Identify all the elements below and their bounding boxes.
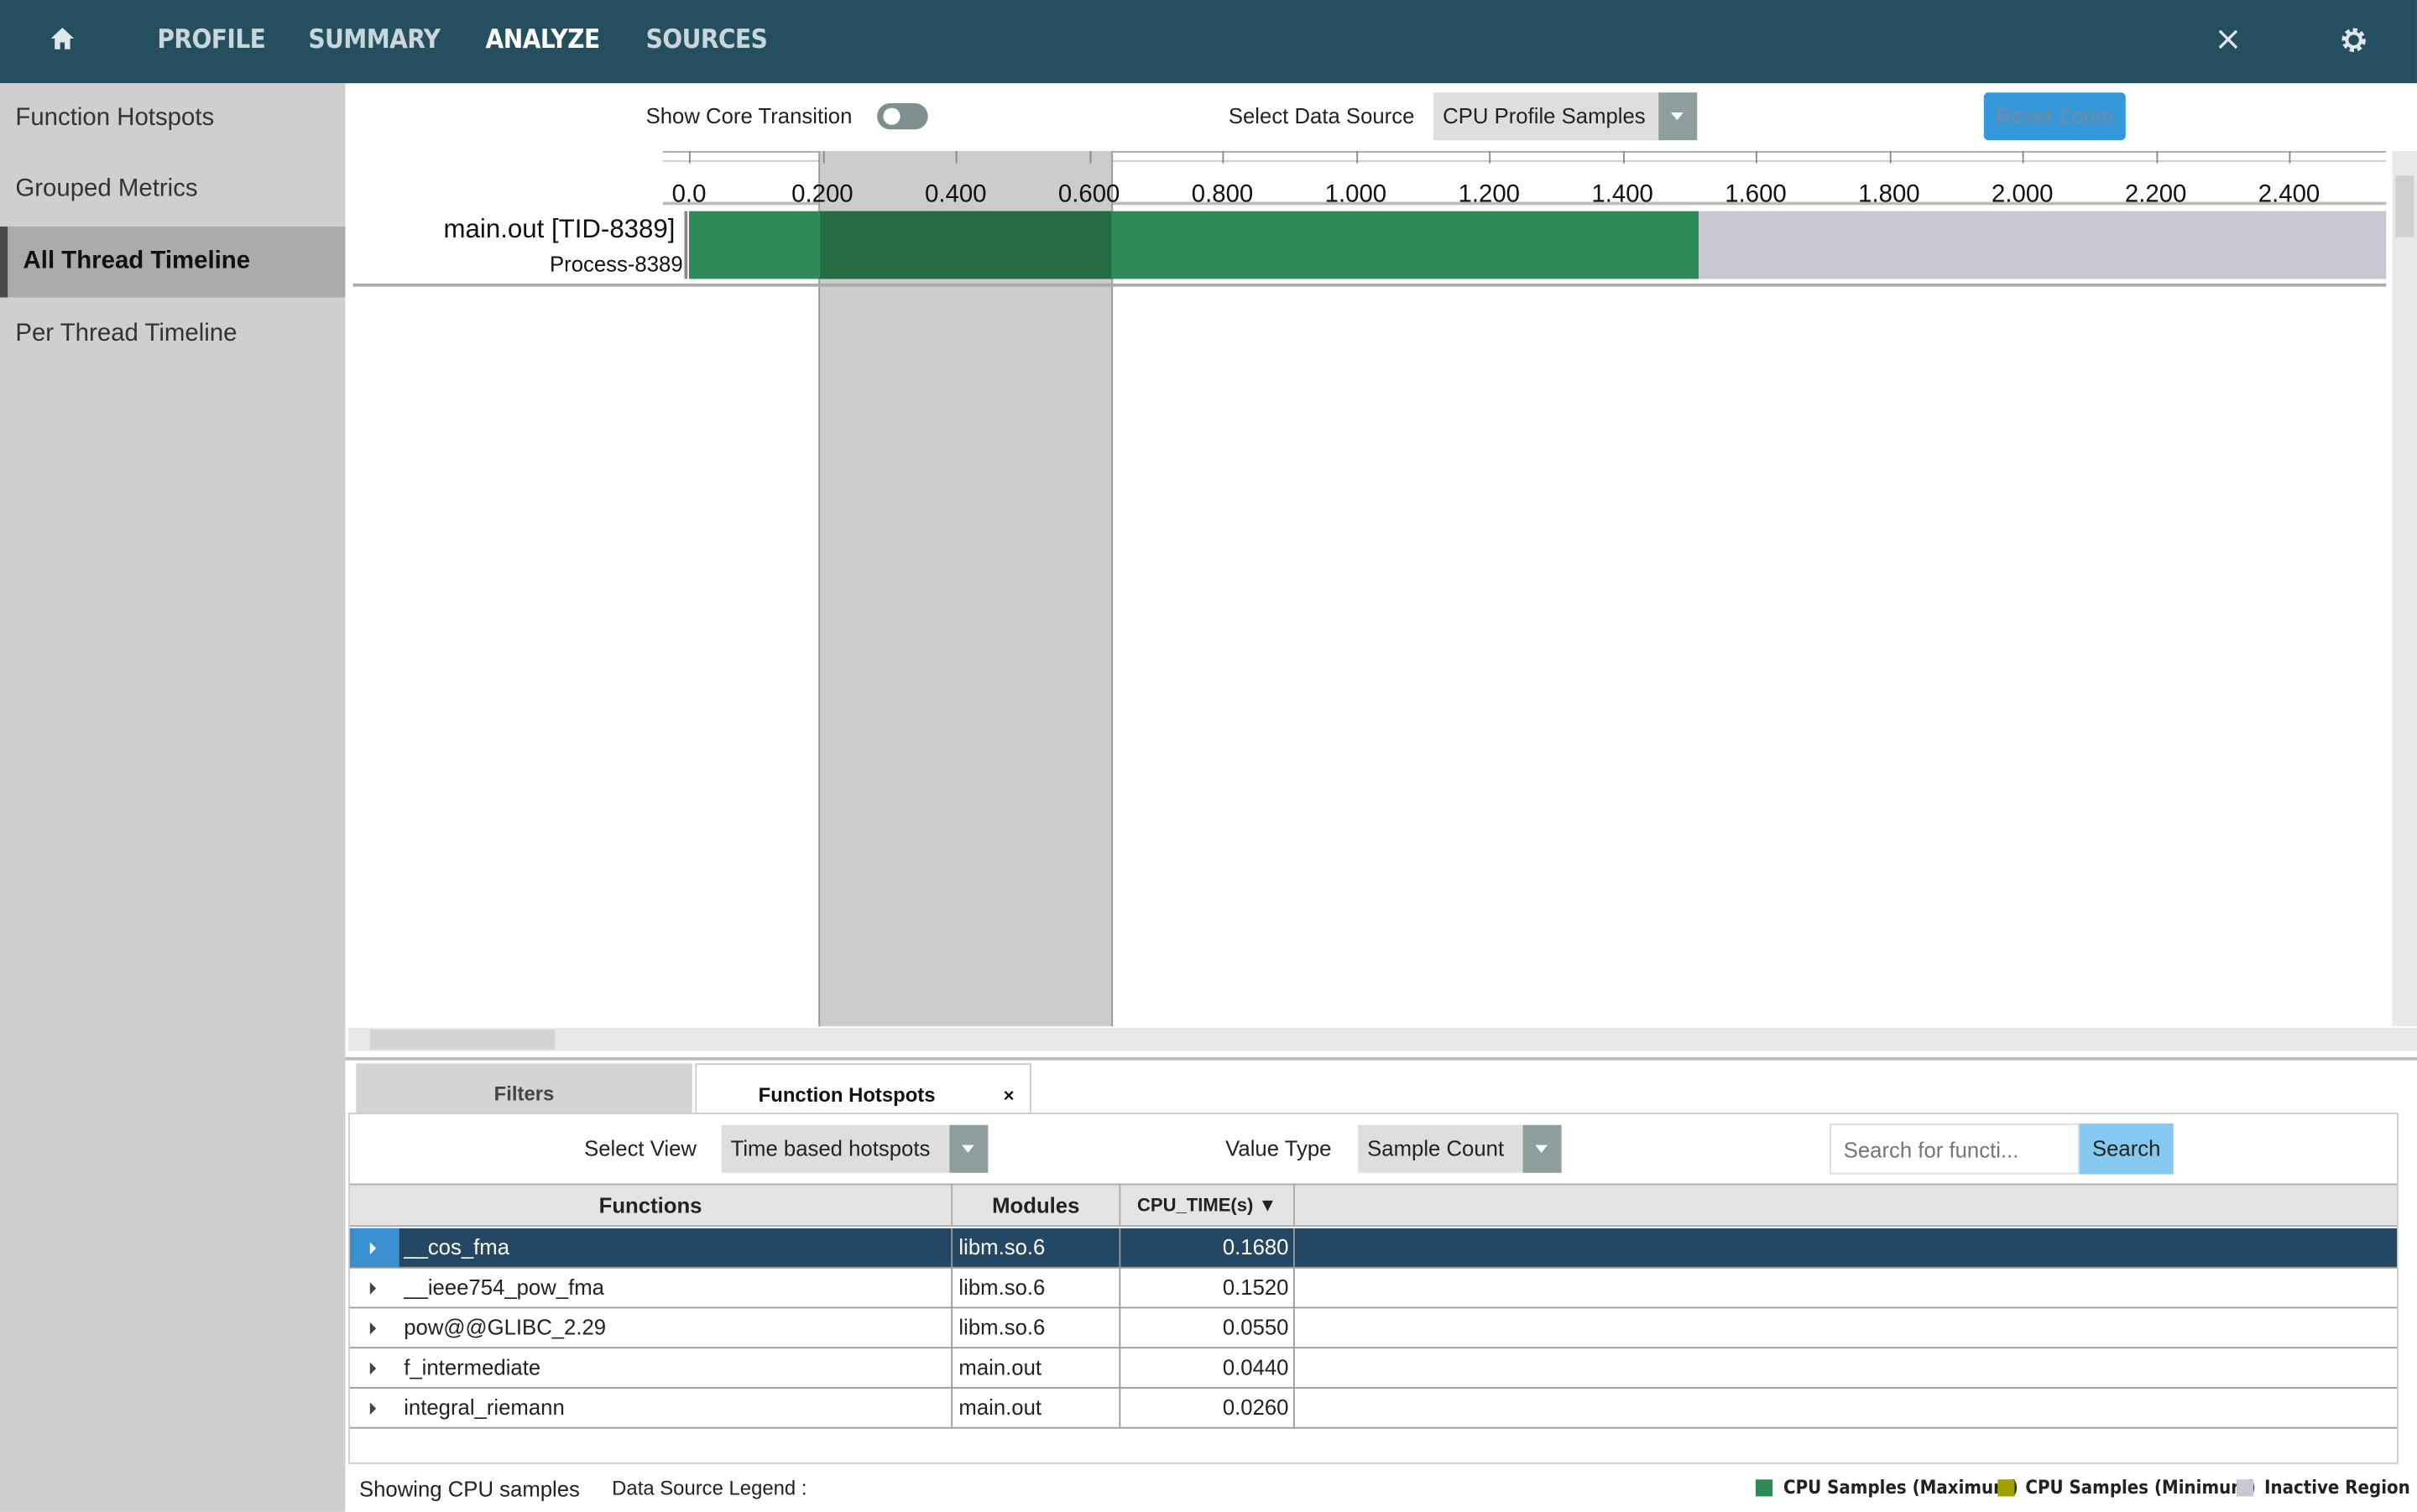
- data-source-label: Select Data Source: [1228, 103, 1415, 128]
- legend-label-max: CPU Samples (Maximum): [1783, 1476, 2018, 1499]
- data-source-value: CPU Profile Samples: [1443, 103, 1646, 128]
- axis-tick-mark: [1756, 150, 1757, 164]
- module-cell: libm.so.6: [953, 1268, 1121, 1307]
- caret-right-icon: [369, 1242, 377, 1255]
- legend-swatch-min: [1997, 1479, 2015, 1497]
- table-row[interactable]: integral_riemann main.out 0.0260: [349, 1388, 2398, 1429]
- column-header-functions[interactable]: Functions: [350, 1183, 953, 1228]
- vertical-scrollbar[interactable]: [2392, 150, 2417, 1027]
- search-button[interactable]: Search: [2079, 1123, 2174, 1175]
- sidebar: Function Hotspots Grouped Metrics All Th…: [0, 83, 346, 1512]
- module-cell: main.out: [953, 1388, 1121, 1427]
- chevron-down-icon: [1658, 92, 1698, 141]
- expand-toggle[interactable]: [350, 1269, 399, 1307]
- function-cell: pow@@GLIBC_2.29: [399, 1308, 953, 1348]
- table-row[interactable]: __ieee754_pow_fma libm.so.6 0.1520: [349, 1268, 2398, 1309]
- function-cell: integral_riemann: [399, 1388, 953, 1427]
- thread-label: main.out [TID-8389]: [443, 214, 676, 244]
- core-transition-toggle[interactable]: [877, 103, 928, 130]
- function-cell: __ieee754_pow_fma: [399, 1268, 953, 1307]
- expand-toggle[interactable]: [350, 1389, 399, 1427]
- axis-tick-mark: [689, 150, 691, 164]
- value-type-value: Sample Count: [1367, 1135, 1505, 1161]
- axis-tick-mark: [1888, 150, 1891, 164]
- reset-zoom-button[interactable]: Reset Zoom: [1983, 92, 2126, 141]
- tab-sources[interactable]: SOURCES: [646, 24, 768, 55]
- status-text: Showing CPU samples: [358, 1476, 580, 1501]
- table-row[interactable]: pow@@GLIBC_2.29 libm.so.6 0.0550: [349, 1308, 2398, 1349]
- expand-toggle[interactable]: [350, 1348, 399, 1387]
- horizontal-scrollbar[interactable]: [348, 1028, 2417, 1051]
- tab-profile[interactable]: PROFILE: [157, 24, 266, 55]
- function-cell: __cos_fma: [399, 1228, 953, 1267]
- caret-right-icon: [369, 1362, 377, 1375]
- cpu-time-cell: 0.0550: [1120, 1308, 1295, 1348]
- caret-right-icon: [369, 1282, 377, 1295]
- data-source-dropdown[interactable]: CPU Profile Samples: [1433, 92, 1698, 141]
- inactive-region-bar: [1699, 211, 2387, 279]
- column-header-cpu-time[interactable]: CPU_TIME(s) ▼: [1120, 1183, 1295, 1228]
- function-search-input[interactable]: [1830, 1123, 2080, 1175]
- tab-summary[interactable]: SUMMARY: [308, 24, 441, 55]
- axis-tick-mark: [1622, 150, 1624, 164]
- axis-tick-mark: [2289, 150, 2291, 164]
- axis-tick-mark: [1489, 150, 1491, 164]
- axis-tick-mark: [822, 150, 824, 164]
- axis-tick-mark: [1222, 150, 1224, 164]
- column-header-modules[interactable]: Modules: [953, 1183, 1121, 1228]
- cpu-samples-bar-selected[interactable]: [820, 211, 1111, 279]
- expand-toggle[interactable]: [349, 1228, 399, 1267]
- process-label: Process-8389: [549, 251, 683, 276]
- legend-label-min: CPU Samples (Minimum): [2025, 1476, 2256, 1499]
- sidebar-item-all-thread-timeline[interactable]: All Thread Timeline: [0, 226, 346, 298]
- axis-tick-mark: [955, 150, 958, 164]
- tab-function-hotspots[interactable]: Function Hotspots ×: [695, 1063, 1031, 1114]
- legend-label-inactive: Inactive Region: [2264, 1476, 2410, 1499]
- top-nav-bar: PROFILE SUMMARY ANALYZE SOURCES: [0, 0, 2417, 84]
- select-view-dropdown[interactable]: Time based hotspots: [721, 1124, 989, 1173]
- table-row[interactable]: f_intermediate main.out 0.0440: [349, 1348, 2398, 1389]
- module-cell: libm.so.6: [953, 1228, 1121, 1267]
- sidebar-item-per-thread-timeline[interactable]: Per Thread Timeline: [0, 299, 345, 369]
- row-divider: [684, 211, 688, 279]
- tab-filters[interactable]: Filters: [356, 1063, 692, 1113]
- function-cell: f_intermediate: [399, 1348, 953, 1388]
- close-icon[interactable]: [2218, 29, 2238, 50]
- select-view-label: Select View: [584, 1135, 697, 1161]
- cpu-time-cell: 0.1520: [1120, 1268, 1295, 1307]
- legend-swatch-inactive: [2237, 1479, 2254, 1497]
- module-cell: main.out: [953, 1348, 1121, 1388]
- cpu-time-cell: 0.0440: [1120, 1348, 1295, 1388]
- home-icon[interactable]: [50, 26, 76, 50]
- gear-icon[interactable]: [2340, 26, 2367, 54]
- tab-analyze[interactable]: ANALYZE: [486, 24, 601, 55]
- axis-tick-mark: [1088, 150, 1091, 164]
- value-type-label: Value Type: [1225, 1135, 1332, 1161]
- expand-toggle[interactable]: [350, 1308, 399, 1347]
- axis-tick-mark: [2022, 150, 2024, 164]
- sidebar-item-grouped-metrics[interactable]: Grouped Metrics: [0, 154, 345, 225]
- table-row[interactable]: __cos_fma libm.so.6 0.1680: [349, 1228, 2398, 1269]
- legend-title: Data Source Legend :: [612, 1476, 807, 1500]
- tab-label: Function Hotspots: [758, 1083, 936, 1107]
- splitter[interactable]: [345, 1056, 2417, 1061]
- axis-tick-mark: [1355, 150, 1358, 164]
- value-type-dropdown[interactable]: Sample Count: [1358, 1124, 1562, 1173]
- axis-tick-mark: [2155, 150, 2158, 164]
- core-transition-label: Show Core Transition: [645, 103, 853, 128]
- select-view-value: Time based hotspots: [730, 1135, 931, 1161]
- cpu-time-cell: 0.0260: [1120, 1388, 1295, 1427]
- sidebar-item-function-hotspots[interactable]: Function Hotspots: [0, 83, 345, 154]
- chevron-down-icon: [949, 1124, 989, 1173]
- module-cell: libm.so.6: [953, 1308, 1121, 1348]
- cpu-time-cell: 0.1680: [1120, 1228, 1295, 1267]
- caret-right-icon: [369, 1402, 377, 1416]
- chevron-down-icon: [1522, 1124, 1562, 1173]
- caret-right-icon: [369, 1322, 377, 1335]
- legend-swatch-max: [1756, 1479, 1773, 1497]
